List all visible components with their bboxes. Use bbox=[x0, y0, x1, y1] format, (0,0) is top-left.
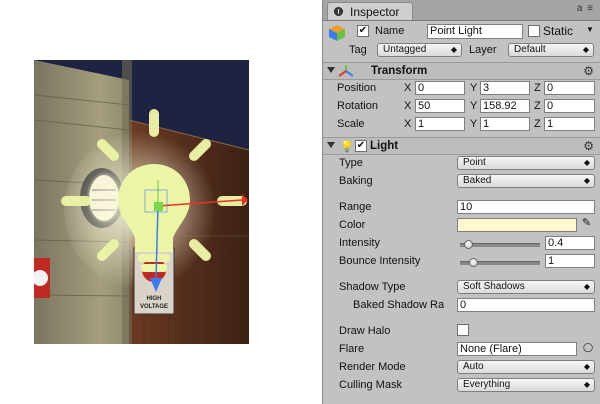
active-checkbox[interactable]: ✔ bbox=[357, 25, 369, 37]
shadow-type-value: Soft Shadows bbox=[463, 281, 525, 292]
type-dropdown[interactable]: Point ◆ bbox=[457, 156, 595, 170]
updown-arrow-icon: ◆ bbox=[583, 282, 590, 291]
foldout-arrow-icon[interactable] bbox=[327, 142, 335, 148]
position-label: Position bbox=[337, 82, 377, 94]
tag-label: Tag bbox=[349, 44, 367, 56]
gear-icon[interactable]: ⚙ bbox=[583, 64, 594, 78]
tag-dropdown[interactable]: Untagged ◆ bbox=[377, 43, 462, 57]
culling-mask-value: Everything bbox=[463, 379, 511, 390]
scale-z-field[interactable]: 1 bbox=[544, 117, 595, 131]
scene-render: HIGH VOLTAGE bbox=[34, 60, 249, 344]
intensity-label: Intensity bbox=[339, 237, 380, 249]
static-dropdown-icon[interactable]: ▼ bbox=[586, 25, 594, 34]
type-label: Type bbox=[339, 157, 363, 169]
rotation-z-label: Z bbox=[534, 100, 541, 112]
layer-dropdown-value: Default bbox=[514, 44, 546, 55]
flare-label: Flare bbox=[339, 343, 365, 355]
sign-text-high: HIGH bbox=[147, 296, 162, 302]
foldout-arrow-icon[interactable] bbox=[327, 67, 335, 73]
scale-x-label: X bbox=[404, 118, 412, 130]
layer-label: Layer bbox=[469, 44, 497, 56]
tab-menu-icons[interactable]: a ≡ bbox=[577, 3, 594, 14]
inspector-panel: Inspector a ≡ ✔ Name Point Light Static … bbox=[322, 0, 600, 404]
intensity-field[interactable]: 0.4 bbox=[545, 236, 595, 250]
baked-shadow-radius-label: Baked Shadow Ra bbox=[353, 299, 445, 311]
culling-mask-label: Culling Mask bbox=[339, 379, 402, 391]
shadow-type-label: Shadow Type bbox=[339, 281, 406, 293]
scale-y-label: Y bbox=[470, 118, 478, 130]
draw-halo-label: Draw Halo bbox=[339, 325, 391, 337]
draw-halo-checkbox[interactable] bbox=[457, 324, 469, 336]
position-y-label: Y bbox=[470, 82, 478, 94]
updown-arrow-icon: ◆ bbox=[583, 362, 590, 371]
position-x-field[interactable]: 0 bbox=[415, 81, 465, 95]
scene-view[interactable]: HIGH VOLTAGE bbox=[34, 60, 249, 344]
render-mode-dropdown[interactable]: Auto ◆ bbox=[457, 360, 595, 374]
type-dropdown-value: Point bbox=[463, 157, 486, 168]
updown-arrow-icon: ◆ bbox=[450, 45, 457, 54]
position-y-field[interactable]: 3 bbox=[480, 81, 530, 95]
updown-arrow-icon: ◆ bbox=[582, 45, 589, 54]
rotation-label: Rotation bbox=[337, 100, 378, 112]
rotation-x-label: X bbox=[404, 100, 412, 112]
culling-mask-dropdown[interactable]: Everything ◆ bbox=[457, 378, 595, 392]
position-z-field[interactable]: 0 bbox=[544, 81, 595, 95]
render-mode-label: Render Mode bbox=[339, 361, 406, 373]
light-enabled-checkbox[interactable]: ✔ bbox=[355, 140, 367, 152]
baked-shadow-radius-field[interactable]: 0 bbox=[457, 298, 595, 312]
baking-label: Baking bbox=[339, 175, 373, 187]
gameobject-icon bbox=[328, 24, 346, 42]
range-field[interactable]: 10 bbox=[457, 200, 595, 214]
rotation-y-label: Y bbox=[470, 100, 478, 112]
bounce-intensity-label: Bounce Intensity bbox=[339, 255, 421, 267]
name-input[interactable]: Point Light bbox=[427, 24, 523, 39]
transform-header[interactable]: Transform ⚙ bbox=[323, 62, 600, 80]
flare-field[interactable]: None (Flare) bbox=[457, 342, 577, 356]
tag-dropdown-value: Untagged bbox=[383, 44, 427, 55]
static-checkbox[interactable] bbox=[528, 25, 540, 37]
position-z-label: Z bbox=[534, 82, 541, 94]
scale-y-field[interactable]: 1 bbox=[480, 117, 530, 131]
object-picker-icon[interactable]: ◯ bbox=[583, 342, 593, 353]
bounce-intensity-field[interactable]: 1 bbox=[545, 254, 595, 268]
baking-dropdown[interactable]: Baked ◆ bbox=[457, 174, 595, 188]
updown-arrow-icon: ◆ bbox=[583, 158, 590, 167]
render-mode-value: Auto bbox=[463, 361, 484, 372]
updown-arrow-icon: ◆ bbox=[583, 380, 590, 389]
intensity-slider-knob[interactable] bbox=[464, 240, 473, 249]
static-label: Static bbox=[543, 24, 574, 38]
light-header[interactable]: 💡 ✔ Light ⚙ bbox=[323, 137, 600, 155]
info-icon bbox=[334, 7, 343, 16]
name-label: Name bbox=[375, 25, 405, 37]
layer-dropdown[interactable]: Default ◆ bbox=[508, 43, 594, 57]
position-x-label: X bbox=[404, 82, 412, 94]
inspector-tab-label: Inspector bbox=[350, 5, 400, 19]
scale-label: Scale bbox=[337, 118, 365, 130]
scale-z-label: Z bbox=[534, 118, 541, 130]
sign-text-voltage: VOLTAGE bbox=[140, 304, 168, 310]
eyedropper-icon[interactable]: ✎ bbox=[582, 216, 591, 229]
bounce-slider-knob[interactable] bbox=[469, 258, 478, 267]
light-title: Light bbox=[370, 140, 399, 152]
scale-x-field[interactable]: 1 bbox=[415, 117, 465, 131]
intensity-slider[interactable] bbox=[460, 240, 540, 249]
bounce-intensity-slider[interactable] bbox=[460, 258, 540, 267]
baking-dropdown-value: Baked bbox=[463, 175, 492, 186]
inspector-tab-bar: Inspector a ≡ bbox=[323, 0, 600, 21]
rotation-y-field[interactable]: 158.92 bbox=[480, 99, 530, 113]
inspector-tab[interactable]: Inspector bbox=[327, 2, 413, 20]
rotation-z-field[interactable]: 0 bbox=[544, 99, 595, 113]
color-swatch[interactable] bbox=[457, 218, 577, 232]
shadow-type-dropdown[interactable]: Soft Shadows ◆ bbox=[457, 280, 595, 294]
gear-icon[interactable]: ⚙ bbox=[583, 139, 594, 153]
rotation-x-field[interactable]: 50 bbox=[415, 99, 465, 113]
range-label: Range bbox=[339, 201, 372, 213]
updown-arrow-icon: ◆ bbox=[583, 176, 590, 185]
light-bulb-icon: 💡 bbox=[340, 141, 354, 153]
center-handle[interactable] bbox=[154, 202, 163, 211]
transform-icon bbox=[338, 65, 354, 77]
transform-title: Transform bbox=[371, 65, 428, 77]
color-label: Color bbox=[339, 219, 366, 231]
